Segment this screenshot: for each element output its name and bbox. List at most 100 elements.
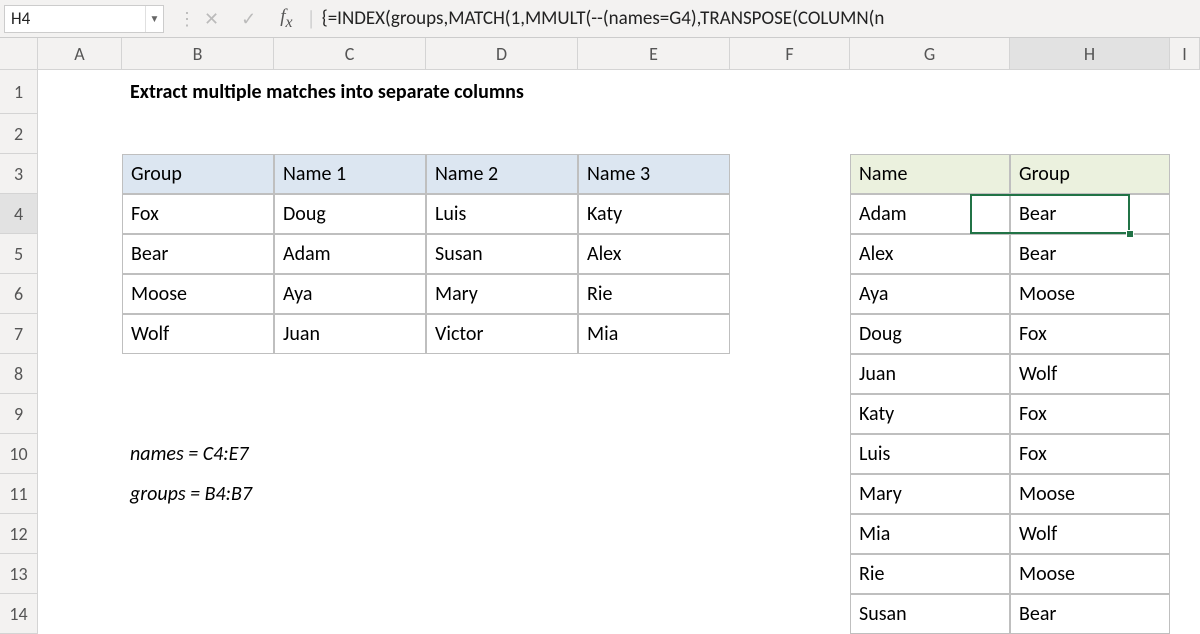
fill-handle[interactable] [1126,230,1134,238]
cell-G12[interactable]: Mia [850,514,1010,554]
cell-E4[interactable]: Katy [578,194,730,234]
cell-C11[interactable] [274,474,426,514]
row-header-3[interactable]: 3 [0,154,38,194]
cell-G10[interactable]: Luis [850,434,1010,474]
cell-E12[interactable] [578,514,730,554]
cell-B3[interactable]: Group [122,154,274,194]
cell-D4[interactable]: Luis [426,194,578,234]
cell-B10[interactable]: names = C4:E7 [122,434,274,474]
cell-F9[interactable] [730,394,850,434]
cell-F12[interactable] [730,514,850,554]
cell-E7[interactable]: Mia [578,314,730,354]
col-header-E[interactable]: E [578,38,730,70]
cell-I1[interactable] [1170,70,1200,114]
cell-D3[interactable]: Name 2 [426,154,578,194]
cell-B11[interactable]: groups = B4:B7 [122,474,274,514]
cell-D5[interactable]: Susan [426,234,578,274]
cell-I5[interactable] [1170,234,1200,274]
cell-F10[interactable] [730,434,850,474]
enter-icon[interactable]: ✓ [241,8,256,30]
cell-E5[interactable]: Alex [578,234,730,274]
cell-I2[interactable] [1170,114,1200,154]
cell-C2[interactable] [274,114,426,154]
cell-D9[interactable] [426,394,578,434]
cell-D7[interactable]: Victor [426,314,578,354]
cell-E8[interactable] [578,354,730,394]
cell-A3[interactable] [38,154,122,194]
cell-B7[interactable]: Wolf [122,314,274,354]
cell-G11[interactable]: Mary [850,474,1010,514]
cell-H4[interactable]: Bear [1010,194,1170,234]
cell-C8[interactable] [274,354,426,394]
cell-B6[interactable]: Moose [122,274,274,314]
cell-I8[interactable] [1170,354,1200,394]
row-header-11[interactable]: 11 [0,474,38,514]
cell-D12[interactable] [426,514,578,554]
cell-H12[interactable]: Wolf [1010,514,1170,554]
cell-A12[interactable] [38,514,122,554]
cell-D2[interactable] [426,114,578,154]
cell-A6[interactable] [38,274,122,314]
cell-H6[interactable]: Moose [1010,274,1170,314]
cell-A14[interactable] [38,594,122,634]
cell-F1[interactable] [730,70,850,114]
cell-A5[interactable] [38,234,122,274]
cell-C5[interactable]: Adam [274,234,426,274]
cell-B14[interactable] [122,594,274,634]
col-header-F[interactable]: F [730,38,850,70]
row-header-14[interactable]: 14 [0,594,38,634]
cell-A11[interactable] [38,474,122,514]
cell-I14[interactable] [1170,594,1200,634]
cell-H1[interactable] [1010,70,1170,114]
cell-E3[interactable]: Name 3 [578,154,730,194]
name-box-dropdown-icon[interactable]: ▼ [145,6,163,32]
cell-H11[interactable]: Moose [1010,474,1170,514]
cell-G3[interactable]: Name [850,154,1010,194]
row-header-2[interactable]: 2 [0,114,38,154]
cell-A9[interactable] [38,394,122,434]
cell-B8[interactable] [122,354,274,394]
cell-G5[interactable]: Alex [850,234,1010,274]
col-header-A[interactable]: A [38,38,122,70]
cell-G8[interactable]: Juan [850,354,1010,394]
cell-A4[interactable] [38,194,122,234]
cell-E2[interactable] [578,114,730,154]
cell-C13[interactable] [274,554,426,594]
cell-G14[interactable]: Susan [850,594,1010,634]
cell-B5[interactable]: Bear [122,234,274,274]
formula-input[interactable]: {=INDEX(groups,MATCH(1,MMULT(--(names=G4… [322,7,1200,30]
cell-B1[interactable]: Extract multiple matches into separate c… [122,70,274,114]
cell-E13[interactable] [578,554,730,594]
cell-F11[interactable] [730,474,850,514]
cell-E6[interactable]: Rie [578,274,730,314]
cell-H7[interactable]: Fox [1010,314,1170,354]
cell-I10[interactable] [1170,434,1200,474]
cell-I12[interactable] [1170,514,1200,554]
cell-C9[interactable] [274,394,426,434]
row-header-1[interactable]: 1 [0,70,38,114]
name-box[interactable]: H4 ▼ [4,5,164,33]
cell-E10[interactable] [578,434,730,474]
cancel-icon[interactable]: ✕ [204,8,219,30]
cell-C3[interactable]: Name 1 [274,154,426,194]
cell-F2[interactable] [730,114,850,154]
cell-A1[interactable] [38,70,122,114]
cell-I7[interactable] [1170,314,1200,354]
cell-C6[interactable]: Aya [274,274,426,314]
cell-G6[interactable]: Aya [850,274,1010,314]
cell-H5[interactable]: Bear [1010,234,1170,274]
cell-F8[interactable] [730,354,850,394]
cell-G7[interactable]: Doug [850,314,1010,354]
cell-I4[interactable] [1170,194,1200,234]
cell-E1[interactable] [578,70,730,114]
cell-D8[interactable] [426,354,578,394]
col-header-I[interactable]: I [1170,38,1200,70]
fx-icon[interactable]: fx [280,6,292,32]
cell-D10[interactable] [426,434,578,474]
cell-G4[interactable]: Adam [850,194,1010,234]
cell-G13[interactable]: Rie [850,554,1010,594]
cell-I3[interactable] [1170,154,1200,194]
cell-A10[interactable] [38,434,122,474]
cell-B4[interactable]: Fox [122,194,274,234]
cell-G2[interactable] [850,114,1010,154]
